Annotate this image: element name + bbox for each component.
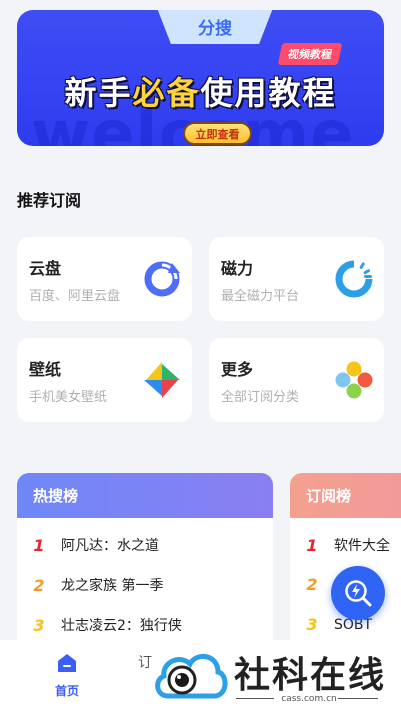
card-magnet[interactable]: 磁力 最全磁力平台 (209, 237, 384, 321)
list-item[interactable]: 2 龙之家族 第一季 (17, 575, 163, 595)
list-item[interactable]: 2 (290, 575, 334, 594)
cloud-eye-logo-icon (155, 654, 228, 699)
card-more[interactable]: 更多 全部订阅分类 (209, 338, 384, 422)
banner-title-part1: 新手 (64, 74, 133, 112)
hot-search-title: 热搜榜 (17, 473, 273, 518)
list-item[interactable]: 1 阿凡达：水之道 (17, 535, 159, 555)
cloud-disk-refresh-icon (144, 261, 180, 297)
rank-title: 软件大全 (334, 538, 390, 554)
watermark-site-name: 社科在线 (234, 655, 387, 696)
watermark-domain: cass.com.cn (281, 694, 337, 704)
quick-search-button[interactable] (331, 566, 385, 620)
watermark-divider (338, 698, 378, 699)
lightning-search-icon (345, 580, 372, 607)
pinwheel-icon (144, 362, 180, 398)
rank-number: 1 (306, 535, 318, 555)
card-title: 磁力 (221, 259, 254, 278)
card-title: 云盘 (29, 259, 62, 278)
nav-subscribe-label: 订 (138, 655, 152, 671)
magnet-loader-icon (335, 260, 373, 298)
recommended-subscriptions-title: 推荐订阅 (17, 191, 82, 210)
banner-title-part2: 使用教程 (200, 74, 337, 112)
rank-number: 2 (33, 575, 45, 595)
card-subtitle: 最全磁力平台 (221, 289, 300, 304)
home-icon (58, 654, 76, 672)
card-cloud-disk[interactable]: 云盘 百度、阿里云盘 (17, 237, 192, 321)
rank-number: 3 (306, 615, 318, 634)
rank-title: 龙之家族 第一季 (61, 578, 164, 594)
nav-home[interactable]: 首页 (40, 652, 94, 699)
card-wallpaper[interactable]: 壁纸 手机美女壁纸 (17, 338, 192, 422)
rank-title: 壮志凌云2：独行侠 (61, 618, 182, 634)
banner-title: 新手必备使用教程 (17, 68, 384, 114)
rank-number: 1 (33, 535, 45, 555)
list-item[interactable]: 1 软件大全 (290, 535, 390, 555)
promo-banner[interactable]: welcome 分搜 视频教程 新手必备使用教程 立即查看 (17, 10, 384, 146)
card-title: 更多 (221, 360, 254, 379)
rank-number: 2 (306, 575, 318, 594)
banner-title-highlight: 必备 (132, 74, 201, 112)
card-subtitle: 百度、阿里云盘 (29, 289, 121, 304)
card-subtitle: 全部订阅分类 (221, 390, 300, 405)
nav-subscribe[interactable]: 订 (138, 652, 152, 672)
subscription-rank-title: 订阅榜 (290, 473, 401, 518)
card-title: 壁纸 (29, 360, 62, 379)
view-now-button[interactable]: 立即查看 (183, 122, 252, 145)
list-item[interactable]: 3 壮志凌云2：独行侠 (17, 615, 182, 635)
site-watermark: 社科在线 cass.com.cn (152, 640, 392, 710)
color-dots-icon (335, 361, 373, 399)
card-subtitle: 手机美女壁纸 (29, 390, 108, 405)
banner-brand-tab: 分搜 (157, 10, 273, 44)
rank-title: 阿凡达：水之道 (61, 538, 159, 554)
rank-number: 3 (33, 615, 45, 635)
video-tutorial-badge: 视频教程 (277, 43, 343, 65)
nav-home-label: 首页 (54, 684, 79, 698)
